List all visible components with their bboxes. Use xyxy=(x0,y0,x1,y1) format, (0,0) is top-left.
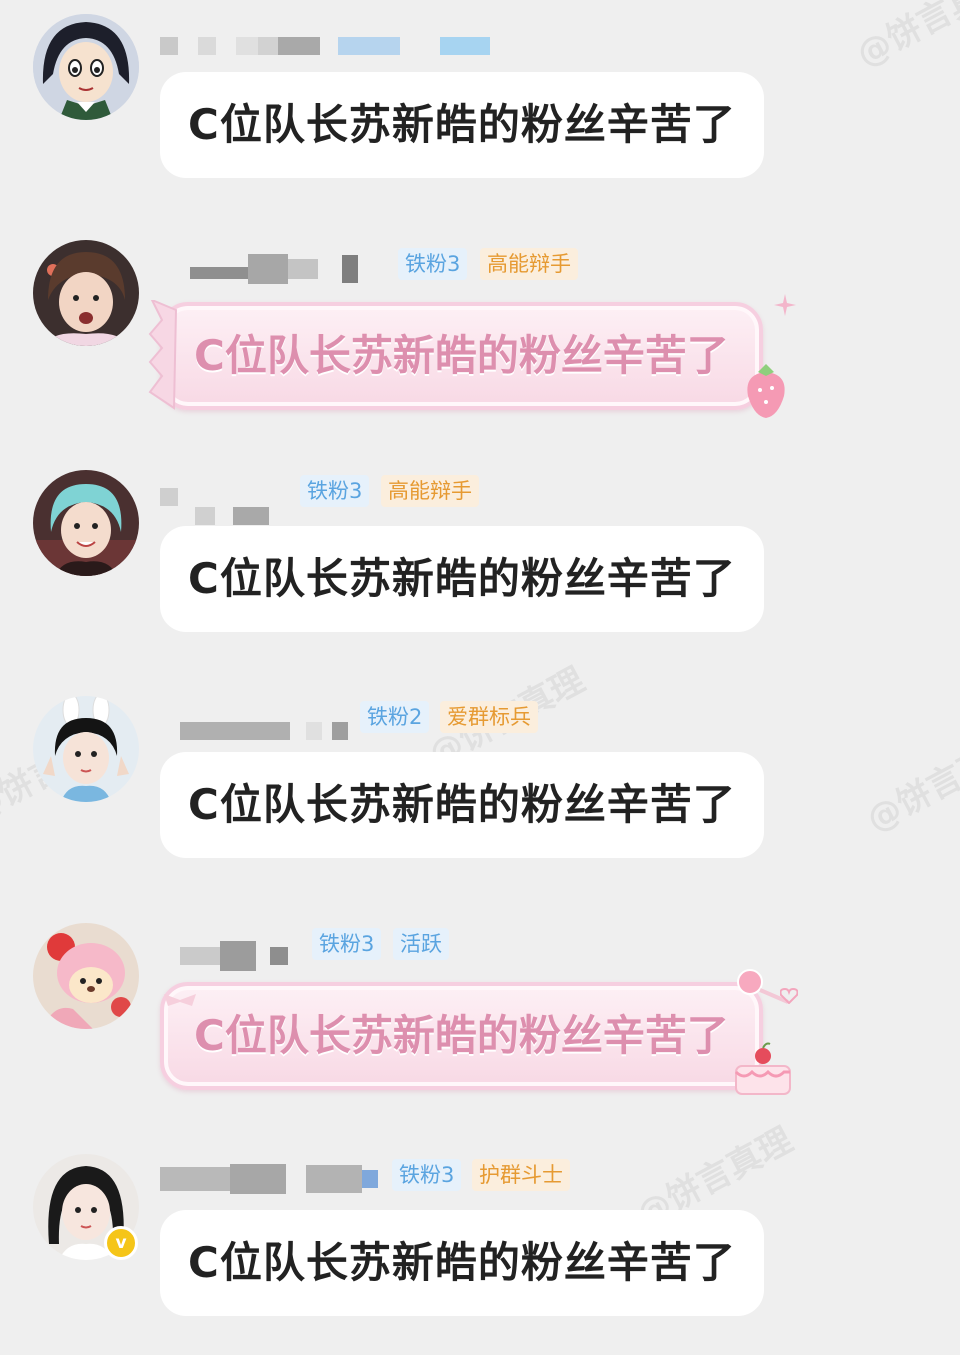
username-blurred xyxy=(180,720,348,742)
message-bubble[interactable]: C位队长苏新皓的粉丝辛苦了 xyxy=(160,526,764,632)
tag-fan-level: 铁粉3 xyxy=(392,1159,462,1191)
tag-fan-level: 铁粉3 xyxy=(300,475,370,507)
cyan-hair-avatar[interactable] xyxy=(33,470,139,576)
verified-v-icon: v xyxy=(104,1226,138,1260)
watermark: @饼言真理 xyxy=(850,0,960,76)
message-bubble[interactable]: C位队长苏新皓的粉丝辛苦了 xyxy=(160,752,764,858)
bunny-ears-avatar[interactable] xyxy=(33,696,139,802)
message-bubble[interactable]: C位队长苏新皓的粉丝辛苦了 xyxy=(160,1210,764,1316)
candy-message-bubble[interactable]: C位队长苏新皓的粉丝辛苦了 xyxy=(160,302,763,410)
username-blurred xyxy=(190,254,358,284)
tag-title: 爱群标兵 xyxy=(440,701,538,733)
candy-wrapper-left-icon xyxy=(148,300,178,410)
sparkle-icon xyxy=(774,294,796,316)
strawberry-icon xyxy=(747,364,785,418)
tag-fan-level: 铁粉3 xyxy=(312,928,382,960)
ribbon-icon xyxy=(164,994,196,1006)
tag-title: 高能辩手 xyxy=(480,248,578,280)
username-blurred xyxy=(180,941,288,971)
tag-title: 高能辩手 xyxy=(381,475,479,507)
heart-icon xyxy=(780,988,798,1004)
watermark: @饼言真理 xyxy=(860,725,960,841)
tag-fan-level: 铁粉3 xyxy=(398,248,468,280)
tag-active: 活跃 xyxy=(393,928,449,960)
anime-girl-avatar[interactable] xyxy=(33,14,139,120)
cake-icon xyxy=(734,1042,791,1095)
tag-fan-level: 铁粉2 xyxy=(360,701,430,733)
tag-title: 护群斗士 xyxy=(472,1159,570,1191)
username-blurred xyxy=(160,486,178,508)
username-blurred xyxy=(160,35,490,57)
boy-avatar[interactable] xyxy=(33,240,139,346)
message-bubble[interactable]: C位队长苏新皓的粉丝辛苦了 xyxy=(160,72,764,178)
cake-message-bubble[interactable]: C位队长苏新皓的粉丝辛苦了 xyxy=(160,982,763,1090)
username-blurred xyxy=(195,505,269,527)
username-blurred xyxy=(160,1164,378,1194)
plush-toy-avatar[interactable] xyxy=(33,923,139,1029)
